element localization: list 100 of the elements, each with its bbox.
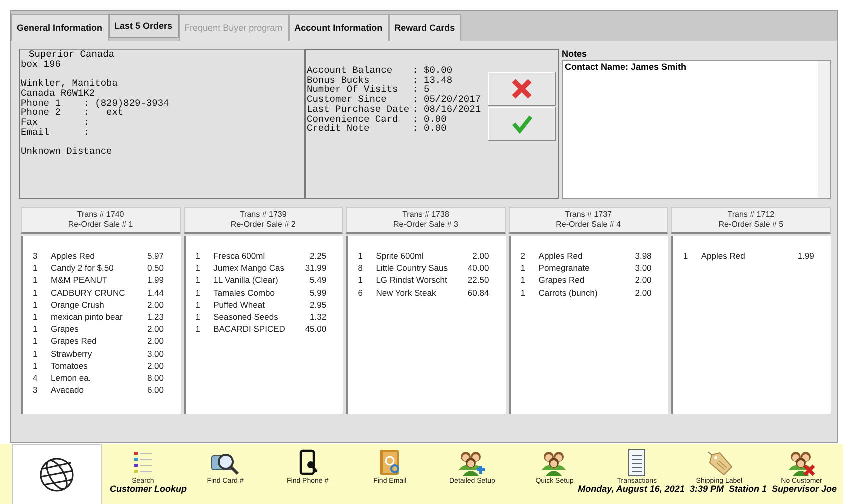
- item-name: Avacado: [51, 385, 85, 396]
- customer-detail: Email :: [21, 128, 90, 138]
- quantity: 1: [520, 275, 527, 286]
- item-price: 0.50: [146, 263, 164, 274]
- account-label: Number Of Visits: [307, 85, 400, 96]
- item-price: 2.00: [146, 324, 164, 334]
- item-name: Grapes Red: [51, 336, 98, 346]
- item-name: New York Steak: [376, 288, 438, 298]
- quantity: 2: [520, 251, 527, 262]
- quantity: 1: [33, 360, 39, 371]
- tab[interactable]: Reward Cards: [388, 14, 462, 41]
- quantity: 1: [358, 275, 364, 286]
- notes-label: Notes: [562, 49, 588, 60]
- quantity: 1: [196, 288, 202, 298]
- quantity: 1: [33, 288, 39, 298]
- customer-detail: Fax :: [21, 118, 90, 128]
- account-value: : 05/20/2017: [412, 95, 482, 105]
- item-price: 1.99: [796, 251, 814, 262]
- scrollbar[interactable]: [818, 61, 830, 198]
- order-header[interactable]: Trans # 1712 Re-Order Sale # 5: [671, 207, 831, 234]
- account-value: : $0.00: [412, 66, 454, 76]
- tab[interactable]: Last 5 Orders: [108, 14, 179, 38]
- notes-field[interactable]: Contact Name: James Smith: [562, 60, 831, 199]
- item-price: 45.00: [304, 324, 327, 334]
- item-name: Jumex Mango Cas: [214, 263, 286, 274]
- account-value: : 13.48: [412, 76, 454, 86]
- item-name: Apples Red: [51, 251, 96, 262]
- quantity: 3: [33, 251, 39, 262]
- item-price: 3.00: [634, 263, 652, 274]
- quantity: 1: [33, 348, 39, 359]
- item-name: Orange Crush: [51, 300, 106, 310]
- item-name: Seasoned Seeds: [214, 312, 280, 322]
- account-label: Convenience Card: [307, 114, 400, 124]
- account-value: : 0.00: [412, 124, 448, 134]
- quantity: 1: [196, 263, 202, 274]
- item-price: 60.84: [466, 288, 490, 298]
- item-price: 8.00: [146, 372, 164, 383]
- customer-detail: box 196: [21, 60, 61, 70]
- item-price: 2.00: [472, 251, 490, 262]
- item-name: LG Rindst Worscht: [376, 275, 448, 286]
- quantity: 1: [33, 275, 39, 286]
- item-price: 22.50: [466, 275, 490, 286]
- status-info: Monday, August 16, 2021 3:39 PM Station 1 Supervisor Joe: [578, 484, 837, 494]
- order-header[interactable]: Trans # 1739 Re-Order Sale # 2: [184, 207, 344, 234]
- quantity: 1: [33, 263, 39, 274]
- item-name: Fresca 600ml: [214, 251, 266, 262]
- item-price: 40.00: [466, 263, 490, 274]
- quantity: 1: [683, 251, 690, 262]
- item-price: 2.25: [309, 251, 327, 262]
- customer-detail: Winkler, Manitoba: [21, 79, 119, 89]
- quantity: 8: [358, 263, 364, 274]
- item-name: Little Country Saus: [376, 263, 450, 274]
- quantity: 1: [196, 275, 202, 286]
- quantity: 1: [520, 288, 527, 298]
- account-label: Customer Since: [307, 95, 388, 105]
- cross-icon: [511, 78, 533, 100]
- item-price: 2.00: [146, 336, 164, 346]
- customer-detail: Unknown Distance: [21, 147, 114, 157]
- item-price: 31.99: [304, 263, 327, 274]
- account-value: : 0.00: [412, 114, 448, 124]
- item-price: 3.98: [634, 251, 652, 262]
- tab[interactable]: General Information: [11, 14, 109, 41]
- item-price: 5.49: [309, 275, 327, 286]
- account-label: Account Balance: [307, 66, 394, 76]
- item-price: 6.00: [146, 385, 164, 396]
- account-label: Last Purchase Date: [307, 104, 410, 115]
- item-name: Tamales Combo: [214, 288, 276, 298]
- item-name: 1L Vanilla (Clear): [214, 275, 280, 286]
- item-price: 1.44: [146, 288, 164, 298]
- tab[interactable]: Account Information: [288, 14, 389, 41]
- order-header[interactable]: Trans # 1737 Re-Order Sale # 4: [508, 207, 668, 234]
- quantity: 4: [33, 372, 39, 383]
- item-price: 2.00: [634, 288, 652, 298]
- item-price: 3.00: [146, 348, 164, 359]
- item-price: 5.99: [309, 288, 327, 298]
- item-price: 5.97: [146, 251, 164, 262]
- item-name: M&M PEANUT: [51, 275, 109, 286]
- quantity: 1: [33, 336, 39, 346]
- customer-detail: Canada R6W1K2: [21, 88, 96, 98]
- item-name: Pomegranate: [538, 263, 591, 274]
- item-name: Grapes: [51, 324, 80, 334]
- item-price: 2.95: [309, 300, 327, 310]
- ok-button[interactable]: [488, 107, 556, 141]
- order-header[interactable]: Trans # 1738 Re-Order Sale # 3: [346, 207, 506, 234]
- item-price: 1.23: [146, 312, 164, 322]
- quantity: 1: [196, 300, 202, 310]
- account-value: : 5: [412, 85, 430, 96]
- account-label: Credit Note: [307, 124, 371, 134]
- cancel-button[interactable]: [488, 72, 556, 106]
- item-name: CADBURY CRUNC: [51, 288, 126, 298]
- quantity: 1: [196, 251, 202, 262]
- item-name: Puffed Wheat: [214, 300, 266, 310]
- check-icon: [511, 113, 533, 135]
- item-name: Carrots (bunch): [538, 288, 599, 298]
- order-header[interactable]: Trans # 1740 Re-Order Sale # 1: [21, 207, 181, 234]
- item-name: Apples Red: [701, 251, 746, 262]
- quantity: 1: [33, 312, 39, 322]
- item-name: Lemon ea.: [51, 372, 92, 383]
- quantity: 1: [520, 263, 527, 274]
- quantity: 6: [358, 288, 364, 298]
